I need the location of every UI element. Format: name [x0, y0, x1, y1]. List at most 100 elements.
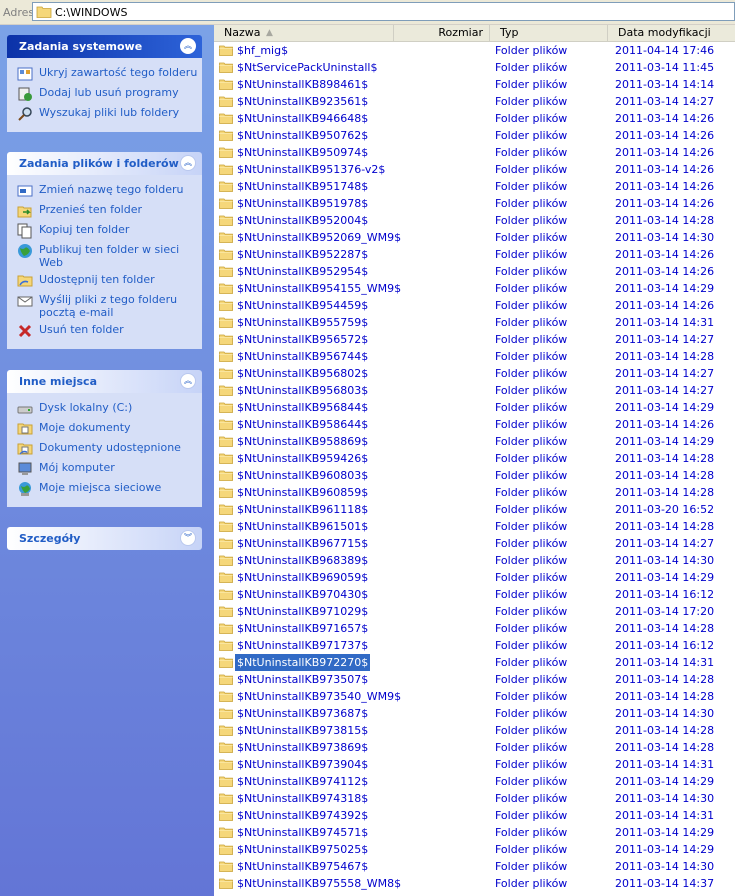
- file-type: Folder plików: [495, 112, 568, 125]
- task-share[interactable]: Udostępnij ten folder: [17, 273, 202, 289]
- file-row[interactable]: $NtUninstallKB955759$ Folder plików 2011-0…: [214, 314, 735, 331]
- file-row[interactable]: $NtUninstallKB973869$ Folder plików 2011-0…: [214, 739, 735, 756]
- file-row[interactable]: $NtUninstallKB951978$ Folder plików 2011-0…: [214, 195, 735, 212]
- file-row[interactable]: $NtUninstallKB898461$ Folder plików 2011-0…: [214, 76, 735, 93]
- file-row[interactable]: $NtUninstallKB971657$ Folder plików 2011-0…: [214, 620, 735, 637]
- file-row[interactable]: $NtUninstallKB950762$ Folder plików 2011-0…: [214, 127, 735, 144]
- folder-icon: [219, 759, 233, 770]
- file-row[interactable]: $NtUninstallKB974318$ Folder plików 2011-0…: [214, 790, 735, 807]
- collapse-up-icon[interactable]: ︽: [180, 38, 196, 54]
- address-input[interactable]: C:\WINDOWS: [32, 2, 735, 21]
- file-name: $NtUninstallKB968389$: [237, 554, 369, 567]
- file-row[interactable]: $NtUninstallKB969059$ Folder plików 2011-0…: [214, 569, 735, 586]
- task-label: Kopiuj ten folder: [39, 223, 130, 236]
- expand-down-icon[interactable]: ︾: [180, 530, 196, 546]
- file-row[interactable]: $NtUninstallKB975025$ Folder plików 2011-0…: [214, 841, 735, 858]
- task-copy[interactable]: Kopiuj ten folder: [17, 223, 202, 239]
- file-row[interactable]: $NtUninstallKB973507$ Folder plików 2011-0…: [214, 671, 735, 688]
- email-icon: [17, 296, 33, 307]
- file-row[interactable]: $NtUninstallKB975558_WM8$ Folder plików 20…: [214, 875, 735, 892]
- file-name: $NtUninstallKB956844$: [237, 401, 369, 414]
- task-rename[interactable]: Zmień nazwę tego folderu: [17, 183, 202, 199]
- file-row[interactable]: $NtUninstallKB956844$ Folder plików 2011-0…: [214, 399, 735, 416]
- file-row[interactable]: $NtUninstallKB959426$ Folder plików 2011-0…: [214, 450, 735, 467]
- file-date: 2011-03-14 14:30: [615, 792, 715, 805]
- file-row[interactable]: $NtUninstallKB973815$ Folder plików 2011-0…: [214, 722, 735, 739]
- file-row[interactable]: $NtUninstallKB974392$ Folder plików 2011-0…: [214, 807, 735, 824]
- file-type: Folder plików: [495, 350, 568, 363]
- collapse-up-icon[interactable]: ︽: [180, 155, 196, 171]
- file-row[interactable]: $NtUninstallKB968389$ Folder plików 2011-0…: [214, 552, 735, 569]
- file-row[interactable]: $NtUninstallKB954155_WM9$ Folder plików 20…: [214, 280, 735, 297]
- file-row[interactable]: $NtUninstallKB958644$ Folder plików 2011-0…: [214, 416, 735, 433]
- file-row[interactable]: $NtUninstallKB952004$ Folder plików 2011-0…: [214, 212, 735, 229]
- file-list-view[interactable]: Nazwa ▲ Rozmiar Typ Data modyfikacji $hf…: [214, 25, 735, 896]
- file-row[interactable]: $NtUninstallKB956803$ Folder plików 2011-0…: [214, 382, 735, 399]
- file-date: 2011-03-14 14:31: [615, 316, 715, 329]
- task-hide-contents[interactable]: Ukryj zawartość tego folderu: [17, 66, 202, 82]
- other-places-box: Inne miejsca ︽ Dysk lokalny (C:) Moje do…: [7, 370, 202, 507]
- file-row[interactable]: $NtUninstallKB946648$ Folder plików 2011-0…: [214, 110, 735, 127]
- file-row[interactable]: $NtUninstallKB960803$ Folder plików 2011-0…: [214, 467, 735, 484]
- file-row[interactable]: $NtUninstallKB961501$ Folder plików 2011-0…: [214, 518, 735, 535]
- task-web-publish[interactable]: Publikuj ten folder w sieci Web: [17, 243, 202, 269]
- file-row[interactable]: $NtUninstallKB973540_WM9$ Folder plików 20…: [214, 688, 735, 705]
- file-name: $NtUninstallKB973540_WM9$: [237, 690, 402, 703]
- file-date: 2011-04-14 17:46: [615, 44, 715, 57]
- column-name[interactable]: Nazwa ▲: [214, 25, 394, 41]
- file-row[interactable]: $NtUninstallKB967715$ Folder plików 2011-0…: [214, 535, 735, 552]
- place-my-computer[interactable]: Mój komputer: [17, 461, 202, 477]
- file-row[interactable]: $NtUninstallKB973687$ Folder plików 2011-0…: [214, 705, 735, 722]
- file-name: $NtUninstallKB898461$: [237, 78, 369, 91]
- file-name: $NtUninstallKB952287$: [237, 248, 369, 261]
- place-my-documents[interactable]: Moje dokumenty: [17, 421, 202, 437]
- place-shared-documents[interactable]: Dokumenty udostępnione: [17, 441, 202, 457]
- folder-icon: [219, 776, 233, 787]
- file-row[interactable]: $NtUninstallKB952287$ Folder plików 2011-0…: [214, 246, 735, 263]
- task-email[interactable]: Wyślij pliki z tego folderu pocztą e-mai…: [17, 293, 202, 319]
- task-add-remove-programs[interactable]: Dodaj lub usuń programy: [17, 86, 202, 102]
- folder-icon: [219, 266, 233, 277]
- file-row[interactable]: $hf_mig$ Folder plików 2011-04-14 17:46: [214, 42, 735, 59]
- file-row[interactable]: $NtUninstallKB972270$ Folder plików 2011-0…: [214, 653, 735, 672]
- system-tasks-header[interactable]: Zadania systemowe ︽: [7, 35, 202, 58]
- details-header[interactable]: Szczegóły ︾: [7, 527, 202, 550]
- file-row[interactable]: $NtUninstallKB970430$ Folder plików 2011-0…: [214, 586, 735, 603]
- task-move[interactable]: Przenieś ten folder: [17, 203, 202, 219]
- file-row[interactable]: $NtUninstallKB956744$ Folder plików 2011-0…: [214, 348, 735, 365]
- file-row[interactable]: $NtUninstallKB974571$ Folder plików 2011-0…: [214, 824, 735, 841]
- file-row[interactable]: $NtUninstallKB971737$ Folder plików 2011-0…: [214, 637, 735, 654]
- other-places-title: Inne miejsca: [19, 375, 97, 388]
- file-row[interactable]: $NtUninstallKB956802$ Folder plików 2011-0…: [214, 365, 735, 382]
- task-search[interactable]: Wyszukaj pliki lub foldery: [17, 106, 202, 122]
- collapse-up-icon[interactable]: ︽: [180, 373, 196, 389]
- file-row[interactable]: $NtUninstallKB952069_WM9$ Folder plików 20…: [214, 229, 735, 246]
- column-type[interactable]: Typ: [490, 25, 608, 41]
- file-row[interactable]: $NtUninstallKB951376-v2$ Folder plików 201…: [214, 161, 735, 178]
- task-delete[interactable]: Usuń ten folder: [17, 323, 202, 339]
- file-date: 2011-03-14 14:27: [615, 333, 715, 346]
- folder-icon: [219, 232, 233, 243]
- other-places-header[interactable]: Inne miejsca ︽: [7, 370, 202, 393]
- file-row[interactable]: $NtUninstallKB952954$ Folder plików 2011-0…: [214, 263, 735, 280]
- file-row[interactable]: $NtUninstallKB956572$ Folder plików 2011-0…: [214, 331, 735, 348]
- file-tasks-header[interactable]: Zadania plików i folderów ︽: [7, 152, 202, 175]
- file-row[interactable]: $NtUninstallKB961118$ Folder plików 2011-0…: [214, 501, 735, 518]
- file-row[interactable]: $NtUninstallKB975467$ Folder plików 2011-0…: [214, 858, 735, 875]
- folder-icon: [219, 861, 233, 872]
- file-row[interactable]: $NtUninstallKB973904$ Folder plików 2011-0…: [214, 756, 735, 773]
- file-row[interactable]: $NtUninstallKB974112$ Folder plików 2011-0…: [214, 773, 735, 790]
- column-date[interactable]: Data modyfikacji: [608, 25, 735, 41]
- file-row[interactable]: $NtUninstallKB954459$ Folder plików 2011-0…: [214, 297, 735, 314]
- column-size[interactable]: Rozmiar: [394, 25, 490, 41]
- file-row[interactable]: $NtUninstallKB971029$ Folder plików 2011-0…: [214, 603, 735, 620]
- file-row[interactable]: $NtUninstallKB951748$ Folder plików 2011-0…: [214, 178, 735, 195]
- file-row[interactable]: $NtUninstallKB950974$ Folder plików 2011-0…: [214, 144, 735, 161]
- file-row[interactable]: $NtUninstallKB960859$ Folder plików 2011-0…: [214, 484, 735, 501]
- place-network[interactable]: Moje miejsca sieciowe: [17, 481, 202, 497]
- folder-icon: [219, 725, 233, 736]
- file-row[interactable]: $NtUninstallKB958869$ Folder plików 2011-0…: [214, 433, 735, 450]
- place-local-disk[interactable]: Dysk lokalny (C:): [17, 401, 202, 417]
- file-row[interactable]: $NtUninstallKB923561$ Folder plików 2011-0…: [214, 93, 735, 110]
- file-row[interactable]: $NtServicePackUninstall$ Folder plików 201…: [214, 59, 735, 76]
